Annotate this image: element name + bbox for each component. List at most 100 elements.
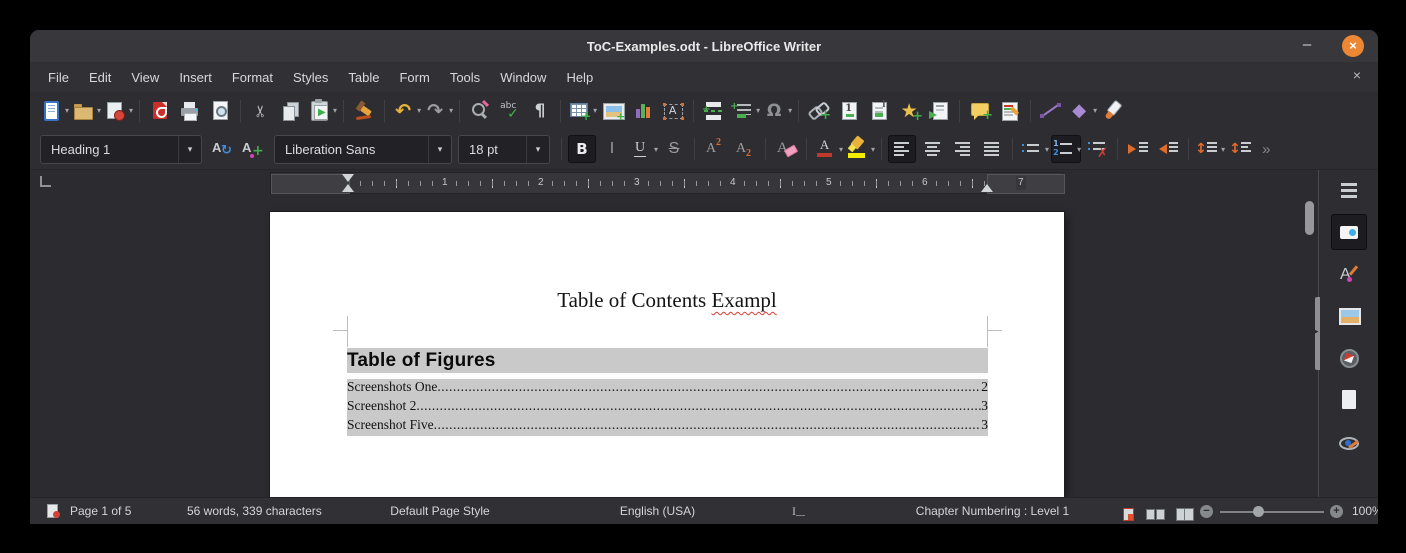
font-color-button[interactable]: A: [813, 135, 843, 163]
copy-button[interactable]: [277, 97, 305, 125]
chevron-down-icon[interactable]: ▾: [526, 135, 549, 163]
superscript-button[interactable]: A2: [701, 135, 729, 163]
view-multi-page-button[interactable]: [1146, 505, 1167, 524]
highlight-color-button[interactable]: [845, 135, 875, 163]
menu-help[interactable]: Help: [556, 66, 603, 89]
insert-field-button[interactable]: +: [730, 97, 760, 125]
insert-textbox-button[interactable]: A: [659, 97, 687, 125]
align-right-button[interactable]: [948, 135, 976, 163]
menu-table[interactable]: Table: [338, 66, 389, 89]
decrease-indent-button[interactable]: [1154, 135, 1182, 163]
sidebar-properties-button[interactable]: [1331, 214, 1367, 250]
paragraph-style-combo[interactable]: Heading 1 ▾: [40, 134, 202, 164]
zoom-slider-track[interactable]: [1220, 511, 1324, 513]
open-folder-button[interactable]: [71, 97, 101, 125]
menu-file[interactable]: File: [38, 66, 79, 89]
sidebar-navigator-button[interactable]: [1331, 340, 1367, 376]
strikethrough-button[interactable]: S: [660, 135, 688, 163]
menu-styles[interactable]: Styles: [283, 66, 338, 89]
find-and-replace-button[interactable]: [466, 97, 494, 125]
sidebar-sidebar-settings-button[interactable]: [1331, 182, 1367, 200]
scrollbar-thumb[interactable]: [1305, 201, 1314, 235]
tof-entry[interactable]: Screenshots One.........................…: [347, 379, 988, 398]
menu-edit[interactable]: Edit: [79, 66, 121, 89]
menu-insert[interactable]: Insert: [169, 66, 222, 89]
zoom-out-button[interactable]: −: [1200, 505, 1213, 518]
indent-marker-top[interactable]: [342, 174, 354, 182]
show-draw-functions-button[interactable]: [1099, 97, 1127, 125]
right-indent-marker[interactable]: [981, 184, 993, 192]
no-list-button[interactable]: ✗: [1083, 135, 1111, 163]
menu-form[interactable]: Form: [389, 66, 439, 89]
align-center-button[interactable]: [918, 135, 946, 163]
clone-formatting-button[interactable]: [350, 97, 378, 125]
subscript-button[interactable]: A2: [731, 135, 759, 163]
document-page[interactable]: Table of Contents Exampl Table of Figure…: [270, 212, 1064, 497]
insert-endnote-button[interactable]: i: [865, 97, 893, 125]
table-of-figures-heading[interactable]: Table of Figures: [347, 348, 988, 373]
zoom-level[interactable]: 100%: [1352, 498, 1378, 524]
menu-view[interactable]: View: [121, 66, 169, 89]
insert-chart-button[interactable]: [629, 97, 657, 125]
line-spacing-button[interactable]: ↕: [1195, 135, 1225, 163]
indent-marker-bottom[interactable]: [342, 184, 354, 192]
bold-button[interactable]: B: [568, 135, 596, 163]
italic-button[interactable]: I: [598, 135, 626, 163]
align-justify-button[interactable]: [978, 135, 1006, 163]
update-style-button[interactable]: A ↻: [209, 135, 237, 163]
tof-entry[interactable]: Screenshot Five.........................…: [347, 417, 988, 436]
page-style[interactable]: Default Page Style: [360, 498, 520, 524]
numbered-list-button[interactable]: 12: [1051, 135, 1082, 163]
text-language[interactable]: English (USA): [575, 498, 740, 524]
zoom-slider-thumb[interactable]: [1253, 506, 1264, 517]
menu-window[interactable]: Window: [490, 66, 556, 89]
font-name-combo[interactable]: Liberation Sans ▾: [274, 134, 452, 164]
toolbar-overflow-button[interactable]: »: [1262, 141, 1270, 158]
underline-button[interactable]: U: [628, 135, 658, 163]
track-changes-button[interactable]: [996, 97, 1024, 125]
insert-bookmark-button[interactable]: ★ +: [895, 97, 923, 125]
insert-table-button[interactable]: +: [567, 97, 597, 125]
close-document-icon[interactable]: ×: [1348, 67, 1366, 83]
align-left-button[interactable]: [888, 135, 917, 163]
cut-button[interactable]: ✂: [247, 97, 275, 125]
font-size-combo[interactable]: 18 pt ▾: [458, 134, 550, 164]
spelling-button[interactable]: abc ✓: [496, 97, 524, 125]
new-style-button[interactable]: A +: [239, 135, 267, 163]
menu-format[interactable]: Format: [222, 66, 283, 89]
clear-formatting-button[interactable]: A: [772, 135, 800, 163]
paste-button[interactable]: ▶: [307, 97, 337, 125]
table-of-figures-entries[interactable]: Screenshots One.........................…: [347, 379, 988, 436]
chevron-down-icon[interactable]: ▾: [178, 135, 201, 163]
sidebar-gallery-button[interactable]: [1331, 298, 1367, 334]
insert-comment-button[interactable]: +: [966, 97, 994, 125]
sidebar-page-deck-button[interactable]: [1331, 382, 1367, 418]
menu-tools[interactable]: Tools: [440, 66, 490, 89]
sidebar-accessibility-check-button[interactable]: [1331, 424, 1367, 460]
sidebar-styles-button[interactable]: A: [1331, 256, 1367, 292]
view-book-button[interactable]: [1176, 505, 1196, 524]
insert-special-character-button[interactable]: Ω: [762, 97, 792, 125]
insert-line-button[interactable]: [1037, 97, 1065, 125]
print-preview-button[interactable]: [206, 97, 234, 125]
formatting-marks-button[interactable]: ¶: [526, 97, 554, 125]
zoom-in-button[interactable]: +: [1330, 505, 1343, 518]
titlebar[interactable]: ToC-Examples.odt - LibreOffice Writer – …: [30, 30, 1378, 62]
page-info[interactable]: Page 1 of 5: [70, 498, 131, 524]
undo-button[interactable]: ↶: [391, 97, 421, 125]
insert-cross-reference-button[interactable]: [925, 97, 953, 125]
paragraph-spacing-button[interactable]: ↕: [1227, 135, 1255, 163]
horizontal-ruler[interactable]: 1 2 3 4 5 6 7: [270, 172, 1065, 194]
selection-mode-icon[interactable]: I﹏: [792, 498, 805, 524]
insert-hyperlink-button[interactable]: +: [805, 97, 833, 125]
print-button[interactable]: [176, 97, 204, 125]
word-count[interactable]: 56 words, 339 characters: [187, 498, 322, 524]
tof-entry[interactable]: Screenshot 2............................…: [347, 398, 988, 417]
view-single-page-button[interactable]: [1122, 505, 1137, 524]
insert-page-break-button[interactable]: +: [700, 97, 728, 125]
increase-indent-button[interactable]: [1124, 135, 1152, 163]
redo-button[interactable]: ↷: [423, 97, 453, 125]
new-document-button[interactable]: [39, 97, 69, 125]
basic-shapes-button[interactable]: ◆: [1067, 97, 1097, 125]
bullet-list-button[interactable]: [1019, 135, 1049, 163]
